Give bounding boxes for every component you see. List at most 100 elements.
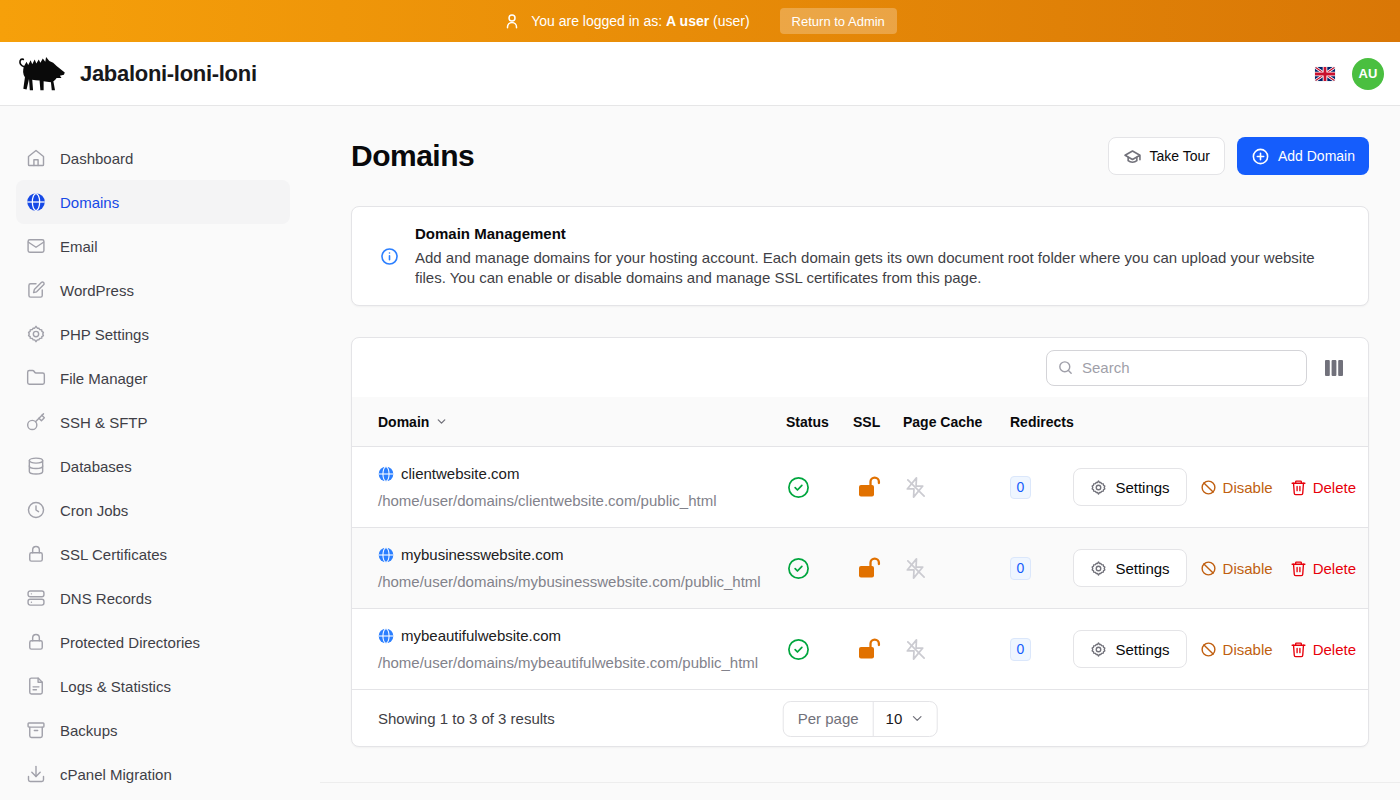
pencil-square-icon [26, 280, 46, 300]
settings-button[interactable]: Settings [1073, 549, 1186, 587]
search-input[interactable] [1082, 359, 1296, 376]
table-footer: Showing 1 to 3 of 3 results Per page 10 [352, 690, 1368, 747]
chevron-down-icon [909, 711, 924, 726]
sidebar-item-file-manager[interactable]: File Manager [16, 356, 290, 400]
ssl-unlocked-icon [857, 637, 881, 661]
globe-icon [378, 547, 394, 563]
sidebar-item-domains[interactable]: Domains [16, 180, 290, 224]
brand-title: Jabaloni-loni-loni [80, 61, 257, 87]
disable-button[interactable]: Disable [1200, 560, 1273, 577]
trash-icon [1290, 560, 1307, 577]
app-header: Jabaloni-loni-loni AU [0, 42, 1400, 106]
sidebar-item-logs-statistics[interactable]: Logs & Statistics [16, 664, 290, 708]
sidebar-item-databases[interactable]: Databases [16, 444, 290, 488]
delete-button[interactable]: Delete [1290, 479, 1356, 496]
sidebar-item-protected-directories[interactable]: Protected Directories [16, 620, 290, 664]
impersonation-banner: You are logged in as: A user (user) Retu… [0, 0, 1400, 42]
status-active-icon [787, 476, 810, 499]
lock-icon [26, 632, 46, 652]
add-domain-button[interactable]: Add Domain [1237, 137, 1369, 175]
domain-name[interactable]: clientwebsite.com [401, 465, 519, 482]
sidebar-item-email[interactable]: Email [16, 224, 290, 268]
info-card-title: Domain Management [415, 225, 1325, 242]
per-page-label: Per page [784, 702, 874, 736]
boar-logo [16, 52, 68, 96]
sidebar-item-dns-records[interactable]: DNS Records [16, 576, 290, 620]
clock-icon [26, 500, 46, 520]
sidebar-item-label: Domains [60, 194, 119, 211]
delete-button[interactable]: Delete [1290, 560, 1356, 577]
sidebar-item-backups[interactable]: Backups [16, 708, 290, 752]
take-tour-button[interactable]: Take Tour [1108, 137, 1225, 175]
info-icon [380, 247, 399, 266]
gear-icon [1090, 560, 1107, 577]
gear-icon [1090, 479, 1107, 496]
info-card-body: Add and manage domains for your hosting … [415, 248, 1325, 288]
column-header-page-cache: Page Cache [903, 414, 1010, 430]
disable-button[interactable]: Disable [1200, 641, 1273, 658]
per-page-select[interactable]: 10 [874, 702, 937, 736]
search-box [1046, 350, 1307, 386]
column-header-status: Status [786, 414, 853, 430]
return-to-admin-button[interactable]: Return to Admin [780, 8, 897, 34]
table-row: clientwebsite.com /home/user/domains/cli… [352, 447, 1368, 528]
sidebar-item-label: Logs & Statistics [60, 678, 171, 695]
key-icon [26, 412, 46, 432]
status-active-icon [787, 638, 810, 661]
columns-toggle-button[interactable] [1324, 358, 1344, 378]
settings-button[interactable]: Settings [1073, 468, 1186, 506]
sidebar-item-cron-jobs[interactable]: Cron Jobs [16, 488, 290, 532]
archive-icon [26, 720, 46, 740]
sidebar-item-php-settings[interactable]: PHP Settings [16, 312, 290, 356]
trash-icon [1290, 479, 1307, 496]
table-row: mybeautifulwebsite.com /home/user/domain… [352, 609, 1368, 690]
sort-chevron-icon [435, 415, 448, 428]
delete-button[interactable]: Delete [1290, 641, 1356, 658]
gear-icon [1090, 641, 1107, 658]
sidebar-item-label: Databases [60, 458, 132, 475]
ban-icon [1200, 479, 1217, 496]
bottom-divider [320, 782, 1400, 783]
language-flag-icon[interactable] [1315, 67, 1335, 81]
mail-icon [26, 236, 46, 256]
server-icon [26, 588, 46, 608]
sidebar-item-cpanel-migration[interactable]: cPanel Migration [16, 752, 290, 796]
search-icon [1057, 359, 1074, 376]
sidebar-item-label: Protected Directories [60, 634, 200, 651]
ban-icon [1200, 560, 1217, 577]
table-row: mybusinesswebsite.com /home/user/domains… [352, 528, 1368, 609]
page-cache-off-icon [904, 557, 927, 580]
brand[interactable]: Jabaloni-loni-loni [16, 52, 257, 96]
sidebar-item-label: Cron Jobs [60, 502, 128, 519]
sidebar-item-label: Dashboard [60, 150, 133, 167]
column-header-ssl: SSL [853, 414, 903, 430]
main-content: Domains Take Tour Add Domain Domain Mana… [320, 106, 1400, 799]
disable-button[interactable]: Disable [1200, 479, 1273, 496]
table-header-row: Domain Status SSL Page Cache Redirects [352, 397, 1368, 447]
redirects-count-badge[interactable]: 0 [1010, 476, 1031, 499]
home-icon [26, 148, 46, 168]
sidebar-item-label: Email [60, 238, 98, 255]
sidebar-item-ssh-sftp[interactable]: SSH & SFTP [16, 400, 290, 444]
domain-name[interactable]: mybeautifulwebsite.com [401, 627, 561, 644]
settings-button[interactable]: Settings [1073, 630, 1186, 668]
column-header-domain[interactable]: Domain [378, 414, 786, 430]
domain-name[interactable]: mybusinesswebsite.com [401, 546, 564, 563]
table-toolbar [352, 338, 1368, 397]
sidebar: Dashboard Domains Email WordPress PHP Settin… [0, 106, 320, 799]
avatar[interactable]: AU [1352, 58, 1384, 90]
sidebar-item-wordpress[interactable]: WordPress [16, 268, 290, 312]
redirects-count-badge[interactable]: 0 [1010, 638, 1031, 661]
graduation-cap-icon [1123, 147, 1142, 166]
sidebar-item-dashboard[interactable]: Dashboard [16, 136, 290, 180]
gear-icon [26, 324, 46, 344]
domain-path: /home/user/domains/clientwebsite.com/pub… [378, 492, 786, 509]
redirects-count-badge[interactable]: 0 [1010, 557, 1031, 580]
trash-icon [1290, 641, 1307, 658]
sidebar-item-ssl-certificates[interactable]: SSL Certificates [16, 532, 290, 576]
sidebar-item-label: PHP Settings [60, 326, 149, 343]
sidebar-item-label: WordPress [60, 282, 134, 299]
globe-icon [378, 466, 394, 482]
per-page-control: Per page 10 [783, 701, 938, 737]
plus-circle-icon [1251, 147, 1270, 166]
